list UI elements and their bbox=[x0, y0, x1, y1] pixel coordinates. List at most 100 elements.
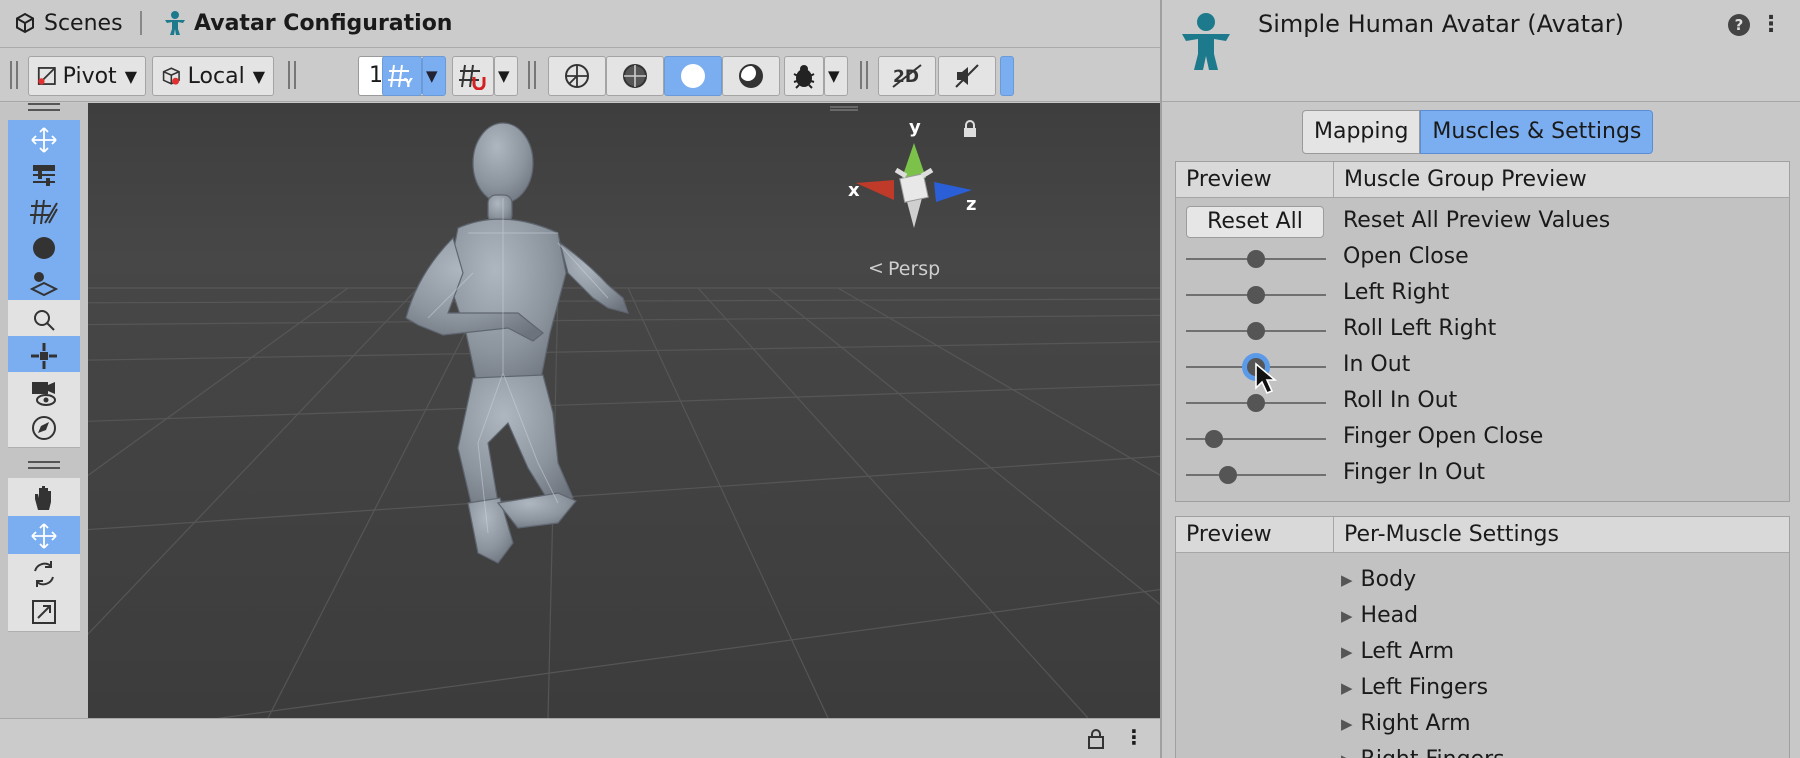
grid-toggle-button[interactable]: Y bbox=[382, 56, 422, 96]
wireframe-sphere-icon bbox=[565, 64, 589, 88]
scene-toolbar: Pivot ▼ Local ▼ 1 Y ▼ ▼ ▼ bbox=[0, 48, 1160, 102]
tree-item-left-arm[interactable]: ▶ Left Arm bbox=[1341, 639, 1454, 664]
tool-strip bbox=[0, 103, 88, 718]
sliders-icon bbox=[33, 164, 55, 186]
tree-item-label: Right Arm bbox=[1360, 711, 1471, 736]
debug-draw-button[interactable] bbox=[784, 56, 824, 96]
tree-item-head[interactable]: ▶ Head bbox=[1341, 603, 1418, 628]
effects-toggle-button[interactable] bbox=[1000, 56, 1014, 96]
mute-speaker-icon bbox=[955, 64, 979, 88]
kebab-menu-icon[interactable]: ⋮ bbox=[1760, 12, 1782, 37]
help-icon[interactable]: ? bbox=[1728, 14, 1750, 36]
view-tool-button[interactable] bbox=[8, 120, 80, 160]
search-tool-button[interactable] bbox=[8, 300, 80, 340]
settings-tool-button[interactable] bbox=[8, 156, 80, 196]
camera-tool-button[interactable] bbox=[8, 372, 80, 412]
expand-arrow-icon[interactable]: ▶ bbox=[1341, 571, 1353, 589]
slider-knob[interactable] bbox=[1247, 394, 1265, 412]
slider-knob[interactable] bbox=[1247, 250, 1265, 268]
layers-icon bbox=[29, 271, 59, 296]
kebab-menu-icon[interactable]: ⋮ bbox=[1124, 725, 1144, 749]
chevron-down-icon: ▼ bbox=[124, 66, 137, 86]
layers-tool-button[interactable] bbox=[8, 264, 80, 304]
toolbar-grip[interactable] bbox=[528, 61, 536, 89]
tab-mapping[interactable]: Mapping bbox=[1302, 110, 1421, 154]
grid-dropdown-button[interactable]: ▼ bbox=[422, 56, 446, 96]
expand-arrow-icon[interactable]: ▶ bbox=[1341, 643, 1353, 661]
lighting-mode-button[interactable] bbox=[722, 56, 780, 96]
navigate-tool-button[interactable] bbox=[8, 408, 80, 448]
local-label: Local bbox=[187, 63, 245, 89]
lit-sphere-icon bbox=[739, 64, 763, 88]
wireframe-mode-button[interactable] bbox=[548, 56, 606, 96]
slider-knob[interactable] bbox=[1205, 430, 1223, 448]
bug-icon bbox=[793, 65, 815, 89]
local-dropdown[interactable]: Local ▼ bbox=[152, 56, 274, 96]
tree-item-label: Left Fingers bbox=[1360, 675, 1489, 700]
shaded-mode-button[interactable] bbox=[664, 56, 722, 96]
pivot-dropdown[interactable]: Pivot ▼ bbox=[28, 56, 146, 96]
shaded-sphere-icon bbox=[681, 64, 705, 88]
move-tool-button[interactable] bbox=[8, 516, 80, 556]
scale-tool-button[interactable] bbox=[8, 592, 80, 632]
snap-toggle-button[interactable] bbox=[452, 56, 494, 96]
slider-knob[interactable] bbox=[1247, 322, 1265, 340]
tab-muscles-settings[interactable]: Muscles & Settings bbox=[1420, 110, 1654, 154]
slider-finger-open-close[interactable] bbox=[1186, 428, 1326, 450]
circle-tool-button[interactable] bbox=[8, 228, 80, 268]
compass-icon bbox=[32, 415, 56, 440]
rotate-icon bbox=[34, 560, 54, 587]
tab-scenes[interactable]: Scenes bbox=[12, 0, 123, 46]
column-divider bbox=[1333, 517, 1334, 553]
tree-item-left-fingers[interactable]: ▶ Left Fingers bbox=[1341, 675, 1488, 700]
scene-viewport[interactable]: y x z < Persp bbox=[88, 103, 1160, 718]
orient-tool-button[interactable] bbox=[8, 336, 80, 376]
tree-item-right-arm[interactable]: ▶ Right Arm bbox=[1341, 711, 1471, 736]
slider-track bbox=[1186, 474, 1326, 476]
inspector-title: Simple Human Avatar (Avatar) bbox=[1258, 10, 1624, 38]
tree-item-label: Right Fingers bbox=[1361, 747, 1505, 758]
toolbar-grip[interactable] bbox=[860, 61, 868, 89]
toolbar-grip[interactable] bbox=[288, 61, 296, 89]
expand-arrow-icon[interactable]: ▶ bbox=[1341, 751, 1353, 758]
slider-knob[interactable] bbox=[1247, 286, 1265, 304]
debug-dropdown-button[interactable]: ▼ bbox=[824, 56, 848, 96]
projection-label: Persp bbox=[888, 258, 940, 280]
grid-y-icon: Y bbox=[388, 64, 413, 90]
pivot-icon bbox=[37, 67, 56, 85]
scene-panel: Scenes Avatar Configuration Pivot ▼ Loca… bbox=[0, 0, 1160, 758]
shaded-wireframe-mode-button[interactable] bbox=[606, 56, 664, 96]
hand-tool-button[interactable] bbox=[8, 478, 80, 518]
grid-snap-tool-button[interactable] bbox=[8, 192, 80, 232]
slider-left-right[interactable] bbox=[1186, 284, 1326, 306]
scale-icon bbox=[32, 599, 56, 624]
slider-open-close[interactable] bbox=[1186, 248, 1326, 270]
muscle-group-header: Preview Muscle Group Preview bbox=[1176, 162, 1789, 198]
tab-avatar-configuration[interactable]: Avatar Configuration bbox=[162, 0, 452, 46]
reset-all-button[interactable]: Reset All bbox=[1186, 206, 1324, 238]
slider-roll-left-right[interactable] bbox=[1186, 320, 1326, 342]
toolstrip-grip[interactable] bbox=[28, 103, 60, 111]
expand-arrow-icon[interactable]: ▶ bbox=[1341, 679, 1353, 697]
inspector-header: Simple Human Avatar (Avatar) ? ⋮ bbox=[1162, 0, 1800, 102]
tree-item-right-fingers[interactable]: ▶ Right Fingers bbox=[1341, 747, 1505, 758]
rotate-tool-button[interactable] bbox=[8, 554, 80, 594]
slider-knob[interactable] bbox=[1219, 466, 1237, 484]
viewport-canvas: y x z < Persp bbox=[88, 103, 1160, 718]
scene-tab-bar: Scenes Avatar Configuration bbox=[0, 0, 1160, 48]
slider-finger-in-out[interactable] bbox=[1186, 464, 1326, 486]
move-arrows-icon bbox=[31, 126, 57, 153]
lock-icon[interactable] bbox=[1088, 729, 1104, 749]
slider-label: Finger In Out bbox=[1343, 460, 1485, 485]
slider-label: Roll Left Right bbox=[1343, 316, 1497, 341]
2d-toggle-button[interactable]: 2D bbox=[878, 56, 936, 96]
expand-arrow-icon[interactable]: ▶ bbox=[1341, 607, 1353, 625]
audio-toggle-button[interactable] bbox=[938, 56, 996, 96]
toolstrip-grip[interactable] bbox=[28, 461, 60, 469]
toolbar-grip[interactable] bbox=[10, 61, 18, 89]
expand-arrow-icon[interactable]: ▶ bbox=[1341, 715, 1353, 733]
gizmo-orientation-icon bbox=[31, 342, 57, 369]
tree-item-body[interactable]: ▶ Body bbox=[1341, 567, 1416, 592]
snap-dropdown-button[interactable]: ▼ bbox=[494, 56, 518, 96]
svg-text:Y: Y bbox=[403, 76, 413, 90]
